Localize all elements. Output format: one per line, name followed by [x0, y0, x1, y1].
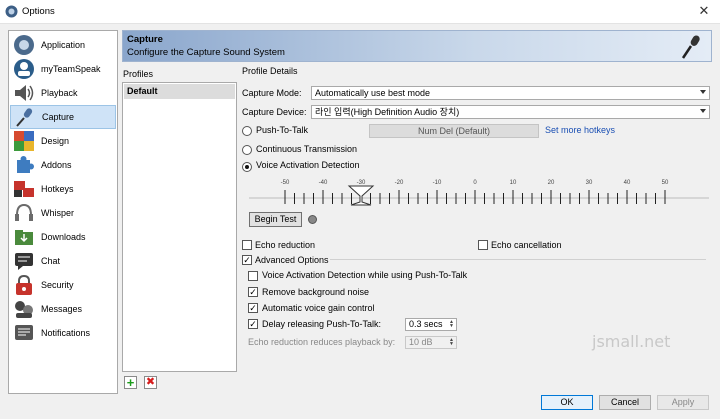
- speaker-icon: [15, 85, 34, 101]
- sidebar-item-playback[interactable]: Playback: [10, 81, 116, 105]
- puzzle-icon: [17, 156, 34, 173]
- capture-device-select[interactable]: 라인 입력(High Definition Audio 장치): [311, 105, 710, 119]
- chevron-down-icon: [700, 90, 706, 94]
- push-to-talk-label: Push-To-Talk: [256, 125, 309, 135]
- page-title: Capture: [127, 34, 163, 45]
- palette-icon: [14, 131, 34, 151]
- window-title: Options: [22, 6, 55, 17]
- close-button[interactable]: ✕: [696, 3, 712, 19]
- headset-icon: [15, 203, 33, 221]
- meter-tick-label: 30: [585, 180, 593, 186]
- meter-tick-label: 40: [623, 180, 631, 186]
- push-to-talk-radio[interactable]: [242, 126, 252, 136]
- echo-playback-label: Echo reduction reduces playback by:: [248, 337, 396, 347]
- close-icon: ✕: [698, 3, 710, 18]
- sidebar-item-downloads[interactable]: Downloads: [10, 225, 116, 249]
- delete-profile-button[interactable]: ✖: [144, 376, 157, 389]
- profiles-list: Default: [122, 82, 237, 372]
- voice-activation-label: Voice Activation Detection: [256, 160, 360, 170]
- sidebar: Application myTeamSpeak Playback Capture…: [8, 30, 118, 394]
- continuous-transmission-radio[interactable]: [242, 145, 252, 155]
- teamspeak-app-icon: [5, 5, 18, 18]
- delete-icon: ✖: [145, 376, 156, 388]
- sidebar-item-design[interactable]: Design: [10, 129, 116, 153]
- notifications-icon: [15, 325, 33, 340]
- profile-item-default[interactable]: Default: [124, 84, 235, 99]
- hotkey-button[interactable]: Num Del (Default): [369, 124, 539, 138]
- echo-reduction-checkbox[interactable]: [242, 240, 252, 250]
- plus-icon: +: [126, 375, 135, 390]
- chat-icon: [15, 253, 33, 270]
- microphone-icon: [681, 35, 700, 59]
- continuous-transmission-label: Continuous Transmission: [256, 144, 358, 154]
- remove-noise-checkbox[interactable]: ✓: [248, 287, 258, 297]
- begin-test-button[interactable]: Begin Test: [249, 212, 302, 227]
- cancel-button[interactable]: Cancel: [599, 395, 651, 410]
- agc-checkbox[interactable]: ✓: [248, 303, 258, 313]
- keyboard-icon: [14, 181, 34, 197]
- meter-tick-label: -20: [394, 180, 404, 186]
- add-profile-button[interactable]: +: [124, 376, 137, 389]
- capture-mode-select[interactable]: Automatically use best mode: [311, 86, 710, 100]
- sidebar-item-security[interactable]: Security: [10, 273, 116, 297]
- ok-button[interactable]: OK: [541, 395, 593, 410]
- meter-tick-label: 20: [547, 180, 555, 186]
- set-more-hotkeys-link[interactable]: Set more hotkeys: [545, 125, 615, 135]
- profiles-label: Profiles: [123, 69, 154, 79]
- advanced-options-label: Advanced Options: [255, 255, 329, 265]
- lock-icon: [16, 274, 32, 295]
- apply-button[interactable]: Apply: [657, 395, 709, 410]
- echo-playback-spinbox[interactable]: 10 dB ▲ ▼: [405, 336, 457, 349]
- delay-release-checkbox[interactable]: ✓: [248, 319, 258, 329]
- echo-reduction-label: Echo reduction: [255, 240, 316, 250]
- sidebar-item-whisper[interactable]: Whisper: [10, 201, 116, 225]
- advanced-options-divider: [330, 259, 706, 260]
- teamspeak-logo-icon: [14, 35, 34, 55]
- sidebar-item-addons[interactable]: Addons: [10, 153, 116, 177]
- meter-tick-label: 10: [509, 180, 517, 186]
- title-bar: Options ✕: [0, 0, 720, 24]
- meter-tick-label: 50: [661, 180, 669, 186]
- meter-tick-label: 0: [473, 180, 477, 186]
- delay-release-spinbox[interactable]: 0.3 secs ▲ ▼: [405, 318, 457, 331]
- page-subtitle: Configure the Capture Sound System: [127, 47, 285, 58]
- advanced-options-checkbox[interactable]: ✓: [242, 255, 252, 265]
- folder-icon: [15, 230, 33, 245]
- sidebar-item-application[interactable]: Application: [10, 33, 116, 57]
- meter-tick-label: -50: [280, 180, 290, 186]
- vad-while-ptt-label: Voice Activation Detection while using P…: [262, 270, 468, 280]
- echo-cancellation-label: Echo cancellation: [491, 240, 562, 250]
- meter-tick-label: -10: [432, 180, 442, 186]
- capture-mode-value: Automatically use best mode: [315, 88, 431, 98]
- voice-level-meter[interactable]: -50 -40 -30 -20 -10 0 10 20 30 40 50: [249, 180, 709, 208]
- remove-noise-label: Remove background noise: [262, 287, 370, 297]
- threshold-slider-handle[interactable]: [347, 185, 375, 206]
- spin-arrows-icon[interactable]: ▲ ▼: [448, 320, 455, 329]
- chevron-down-icon: [700, 109, 706, 113]
- vad-while-ptt-checkbox[interactable]: [248, 271, 258, 281]
- agc-label: Automatic voice gain control: [262, 303, 375, 313]
- sidebar-item-capture[interactable]: Capture: [10, 105, 116, 129]
- messages-icon: [15, 301, 33, 318]
- sidebar-item-notifications[interactable]: Notifications: [10, 321, 116, 345]
- header-banner: Capture Configure the Capture Sound Syst…: [122, 30, 712, 62]
- sidebar-item-chat[interactable]: Chat: [10, 249, 116, 273]
- sidebar-item-messages[interactable]: Messages: [10, 297, 116, 321]
- capture-mode-label: Capture Mode:: [242, 88, 302, 98]
- watermark: jsmall.net: [592, 332, 671, 351]
- meter-tick-label: -40: [318, 180, 328, 186]
- capture-device-value: 라인 입력(High Definition Audio 장치): [315, 107, 460, 117]
- spin-arrows-icon: ▲ ▼: [449, 337, 454, 347]
- profile-details-label: Profile Details: [242, 66, 298, 76]
- test-indicator-led: [308, 215, 317, 224]
- delay-release-label: Delay releasing Push-To-Talk:: [262, 319, 382, 329]
- sidebar-item-myteamspeak[interactable]: myTeamSpeak: [10, 57, 116, 81]
- sidebar-item-hotkeys[interactable]: Hotkeys: [10, 177, 116, 201]
- user-icon: [14, 59, 34, 79]
- meter-tick-label: -30: [356, 180, 366, 186]
- echo-cancellation-checkbox[interactable]: [478, 240, 488, 250]
- capture-device-label: Capture Device:: [242, 107, 307, 117]
- microphone-icon: [16, 108, 33, 127]
- voice-activation-radio[interactable]: [242, 162, 252, 172]
